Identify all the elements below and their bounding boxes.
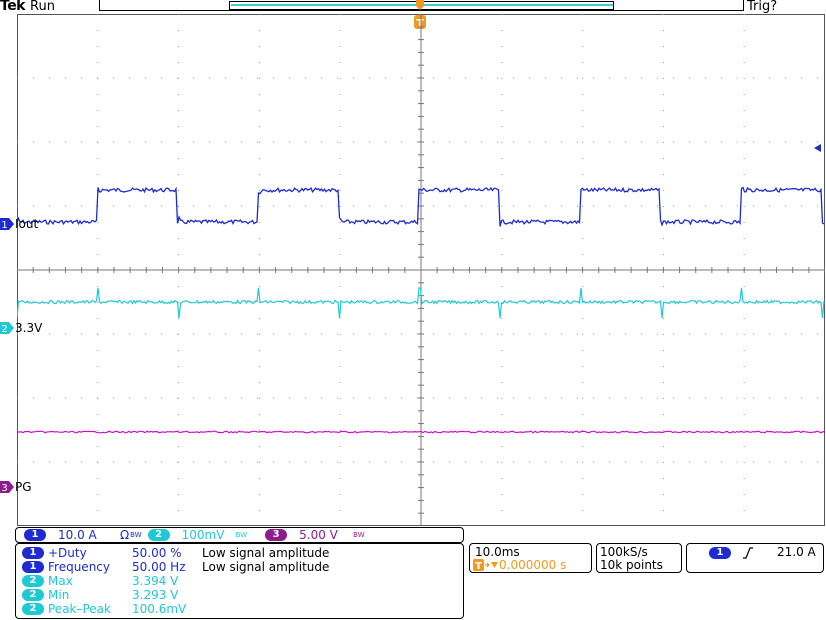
- ch3-scale-value: 5.00 V: [299, 528, 338, 542]
- measurement-row[interactable]: 2 Max 3.394 V: [16, 574, 456, 588]
- measurement-note: Low signal amplitude: [202, 560, 330, 574]
- ch1-marker-icon: 1: [0, 217, 14, 230]
- measurement-row[interactable]: 2 Peak–Peak 100.6mV: [16, 602, 456, 616]
- trigger-level-value: 21.0 A: [777, 545, 816, 559]
- measurement-value: 3.394 V: [132, 574, 179, 588]
- ch2-label: 3.3V: [15, 320, 43, 335]
- sample-rate: 100kS/s: [600, 545, 648, 559]
- measurement-name: +Duty: [48, 546, 87, 560]
- measurement-name: Min: [48, 588, 70, 602]
- measurement-row[interactable]: 1 Frequency 50.00 Hz Low signal amplitud…: [16, 560, 456, 574]
- trigger-offset-icon: T: [473, 559, 498, 571]
- ch2-badge: 2: [147, 529, 170, 541]
- timebase-scale: 10.0ms: [475, 545, 520, 559]
- ch1-label: Iout: [15, 216, 39, 231]
- ch3-bw-icon: BW: [353, 531, 365, 539]
- trigger-readout[interactable]: 1 21.0 A: [686, 543, 824, 573]
- ch2-marker-icon: 2: [0, 321, 14, 334]
- trigger-position-readout: T 0.000000 s: [473, 558, 566, 572]
- waveform-display[interactable]: [17, 14, 825, 526]
- ch3-badge: 3: [265, 529, 288, 541]
- measurement-value: 50.00 Hz: [132, 560, 186, 574]
- ch3-marker-icon: 3: [0, 480, 14, 493]
- vertical-scale-readout[interactable]: 1 10.0 A Ω BW 2 100mV BW 3 5.00 V BW: [15, 527, 464, 543]
- acquisition-readout[interactable]: 100kS/s 10k points: [596, 543, 682, 573]
- measurement-value: 100.6mV: [132, 602, 187, 616]
- measurement-channel-badge: 1: [22, 547, 44, 559]
- brand-logo: Tek: [0, 0, 26, 14]
- trigger-position-value: 0.000000 s: [499, 558, 567, 572]
- ch1-ground-marker[interactable]: 1 Iout: [0, 215, 38, 232]
- trigger-source-badge: 1: [709, 547, 731, 559]
- ch1-scale-value: 10.0 A: [58, 528, 97, 542]
- acquisition-status: Run: [30, 0, 55, 14]
- svg-text:T: T: [475, 561, 482, 571]
- measurement-row[interactable]: 2 Min 3.293 V: [16, 588, 456, 602]
- measurement-channel-badge: 2: [22, 603, 44, 615]
- measurement-value: 50.00 %: [132, 546, 182, 560]
- measurement-row[interactable]: 1 +Duty 50.00 % Low signal amplitude: [16, 546, 456, 560]
- measurement-name: Max: [48, 574, 73, 588]
- measurement-channel-badge: 1: [22, 561, 44, 573]
- measurement-name: Frequency: [48, 560, 110, 574]
- graticule-grid: [17, 14, 825, 526]
- measurement-note: Low signal amplitude: [202, 546, 330, 560]
- measurement-channel-badge: 2: [22, 589, 44, 601]
- ch2-bw-icon: BW: [235, 531, 248, 539]
- record-length: 10k points: [600, 558, 663, 572]
- measurement-value: 3.293 V: [132, 588, 179, 602]
- trigger-status: Trig?: [747, 0, 778, 14]
- ch3-label: PG: [15, 479, 32, 494]
- svg-text:2: 2: [1, 324, 7, 334]
- measurement-channel-badge: 2: [22, 575, 44, 587]
- ch3-ground-marker[interactable]: 3 PG: [0, 478, 32, 495]
- measurements-panel[interactable]: 1 +Duty 50.00 % Low signal amplitude 1 F…: [15, 543, 464, 619]
- ch1-bw-icon: BW: [130, 531, 142, 539]
- ch2-scale-value: 100mV: [181, 528, 225, 542]
- ch1-badge: 1: [24, 529, 46, 541]
- rising-edge-icon: [743, 547, 753, 559]
- measurement-name: Peak–Peak: [48, 602, 111, 616]
- svg-text:3: 3: [1, 483, 7, 493]
- svg-text:1: 1: [1, 220, 7, 230]
- ch2-ground-marker[interactable]: 2 3.3V: [0, 319, 42, 336]
- ohm-icon: Ω: [120, 528, 130, 542]
- timebase-readout[interactable]: 10.0ms T 0.000000 s: [469, 543, 592, 573]
